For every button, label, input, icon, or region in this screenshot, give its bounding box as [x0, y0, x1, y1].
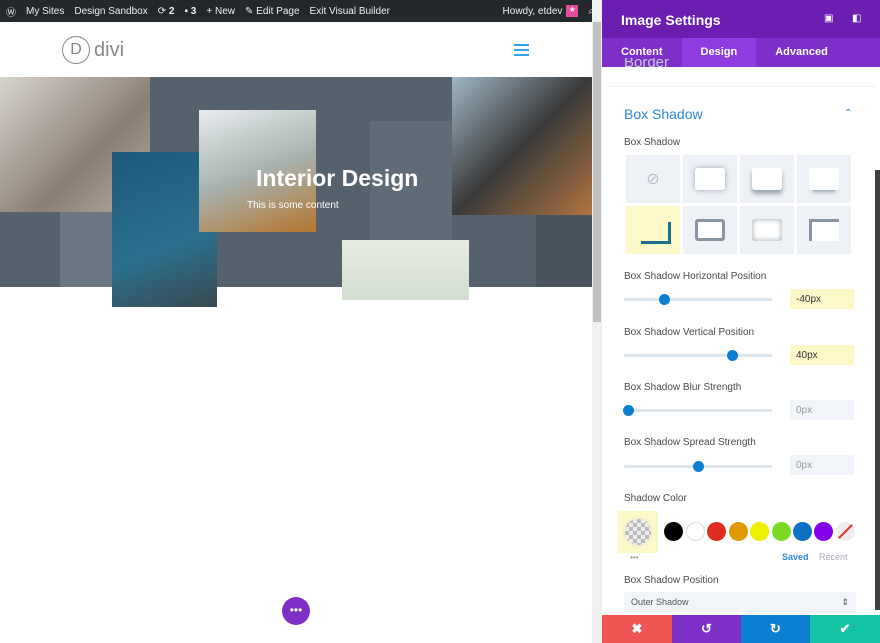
preset-none[interactable]: ⊘ — [626, 155, 680, 203]
swatch-black[interactable] — [664, 522, 683, 541]
vertical-position-label: Box Shadow Vertical Position — [624, 327, 755, 338]
preset-3[interactable] — [797, 155, 851, 203]
site-logo[interactable]: Ddivi — [62, 36, 124, 64]
updates-link[interactable]: ⟳ 2 — [158, 6, 175, 17]
comments-link[interactable]: ▪ 3 — [184, 6, 196, 17]
dock-icon[interactable]: ◧ — [852, 13, 861, 24]
blur-strength-slider[interactable] — [623, 405, 772, 416]
redo-button[interactable]: ↻ — [741, 615, 810, 643]
color-picker-button[interactable] — [618, 511, 658, 553]
exit-visual-builder-link[interactable]: Exit Visual Builder — [310, 6, 390, 17]
spread-strength-input[interactable]: 0px — [790, 455, 854, 475]
swatch-white[interactable] — [686, 522, 705, 541]
swatch-green[interactable] — [772, 522, 791, 541]
site-link[interactable]: Design Sandbox — [74, 6, 147, 17]
select-arrows-icon: ⇕ — [841, 597, 849, 607]
hero-title: Interior Design — [256, 165, 419, 191]
blur-strength-input[interactable]: 0px — [790, 400, 854, 420]
tab-design[interactable]: Design — [681, 38, 757, 67]
preset-7[interactable] — [797, 206, 851, 254]
spread-strength-slider[interactable] — [624, 461, 772, 472]
vertical-position-slider[interactable] — [624, 350, 772, 361]
fullscreen-icon[interactable]: ▣ — [824, 13, 833, 24]
horizontal-position-slider[interactable] — [624, 294, 772, 305]
kitchen-image — [452, 77, 592, 215]
save-button[interactable]: ✔ — [810, 615, 880, 643]
recent-colors-tab[interactable]: Recent — [819, 552, 848, 562]
hero-section: Interior Design This is some content — [0, 77, 592, 307]
new-link[interactable]: + New — [206, 6, 235, 17]
horizontal-position-label: Box Shadow Horizontal Position — [624, 271, 767, 282]
horizontal-position-input[interactable]: -40px — [790, 289, 854, 309]
preset-5[interactable] — [683, 206, 737, 254]
hero-content: This is some content — [247, 200, 339, 211]
swatch-red[interactable] — [707, 522, 726, 541]
preset-4-selected[interactable] — [626, 206, 680, 254]
preset-6[interactable] — [740, 206, 794, 254]
page-scrollbar[interactable] — [592, 0, 602, 643]
box-shadow-label: Box Shadow — [624, 137, 681, 148]
preset-1[interactable] — [683, 155, 737, 203]
chevron-up-icon[interactable]: ⌃ — [844, 108, 852, 119]
box-shadow-section-title[interactable]: Box Shadow — [624, 106, 703, 122]
menu-icon[interactable] — [514, 44, 529, 59]
preset-2[interactable] — [740, 155, 794, 203]
spread-strength-label: Box Shadow Spread Strength — [624, 437, 756, 448]
image-settings-panel: Image Settings ▣ ◧ Content Design Advanc… — [602, 0, 880, 643]
edit-page-link[interactable]: ✎ Edit Page — [245, 6, 300, 17]
tab-advanced[interactable]: Advanced — [756, 38, 847, 67]
discard-button[interactable]: ✖ — [602, 615, 672, 643]
swatch-yellow[interactable] — [750, 522, 769, 541]
border-section-toggle[interactable]: Border — [624, 58, 669, 68]
avatar[interactable]: ★ — [566, 5, 579, 17]
admin-bar: Ⓦ My Sites Design Sandbox ⟳ 2 ▪ 3 + New … — [0, 0, 602, 22]
undo-button[interactable]: ↺ — [672, 615, 741, 643]
more-colors-button[interactable]: ••• — [630, 553, 638, 562]
builder-menu-button[interactable]: ••• — [282, 597, 310, 625]
panel-scrollbar[interactable] — [875, 170, 880, 610]
vertical-position-input[interactable]: 40px — [790, 345, 854, 365]
swatch-purple[interactable] — [814, 522, 833, 541]
box-shadow-presets: ⊘ — [626, 155, 851, 254]
swatch-orange[interactable] — [729, 522, 748, 541]
shadow-color-label: Shadow Color — [624, 493, 687, 504]
box-shadow-position-select[interactable]: Outer Shadow ⇕ — [624, 592, 856, 612]
howdy-link[interactable]: Howdy, etdev — [503, 6, 563, 17]
swatch-transparent[interactable] — [836, 522, 855, 541]
panel-title: Image Settings — [602, 0, 880, 38]
swatch-blue[interactable] — [793, 522, 812, 541]
box-shadow-position-label: Box Shadow Position — [624, 575, 719, 586]
saved-colors-tab[interactable]: Saved — [782, 552, 809, 562]
wordpress-icon[interactable]: Ⓦ — [6, 4, 16, 19]
blur-strength-label: Box Shadow Blur Strength — [624, 382, 742, 393]
my-sites-link[interactable]: My Sites — [26, 6, 64, 17]
shelf-image — [342, 240, 469, 300]
